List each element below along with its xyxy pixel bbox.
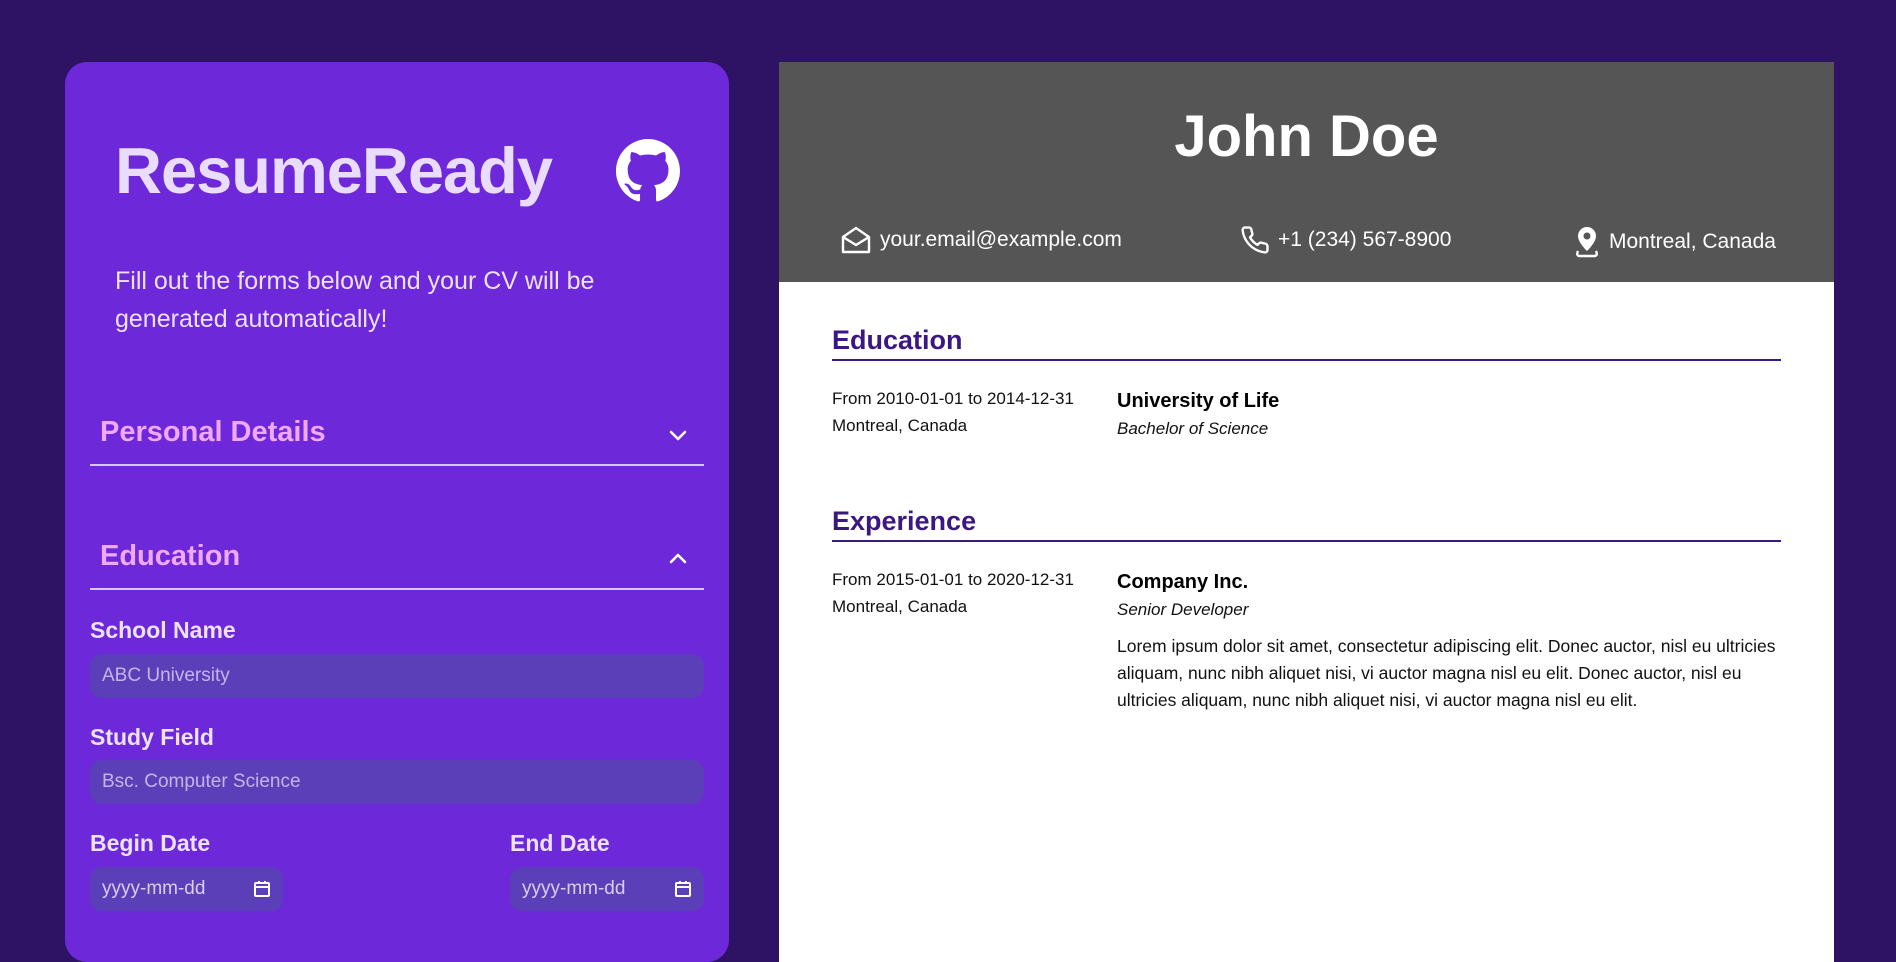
app-title: ResumeReady xyxy=(115,134,553,207)
experience-entry-meta: From 2015-01-01 to 2020-12-31 Montreal, … xyxy=(832,566,1074,620)
location-pin-icon xyxy=(1573,225,1601,259)
contact-phone: +1 (234) 567-8900 xyxy=(1240,225,1451,255)
begin-date-label: Begin Date xyxy=(90,830,211,856)
study-field-label: Study Field xyxy=(90,724,214,750)
experience-dates: From 2015-01-01 to 2020-12-31 xyxy=(832,570,1074,589)
github-icon xyxy=(616,139,680,203)
section-title-education: Education xyxy=(100,540,241,572)
school-name-input[interactable] xyxy=(90,654,704,698)
education-school: University of Life xyxy=(1117,390,1280,412)
phone-icon xyxy=(1240,225,1270,255)
begin-date-placeholder: yyyy-mm-dd xyxy=(102,878,206,899)
contact-email-text: your.email@example.com xyxy=(880,228,1122,251)
calendar-icon[interactable] xyxy=(674,880,692,898)
resume-name: John Doe xyxy=(1174,104,1439,169)
experience-description: Lorem ipsum dolor sit amet, consectetur … xyxy=(1117,636,1776,710)
education-heading: Education xyxy=(832,325,1781,361)
resume-header: John Doe your.email@example.com +1 (234)… xyxy=(779,62,1834,282)
experience-company: Company Inc. xyxy=(1117,571,1249,593)
contact-phone-text: +1 (234) 567-8900 xyxy=(1278,228,1452,251)
envelope-open-icon xyxy=(840,225,872,255)
education-location: Montreal, Canada xyxy=(832,416,968,435)
school-name-label: School Name xyxy=(90,617,236,643)
study-field-input[interactable] xyxy=(90,760,704,804)
end-date-placeholder: yyyy-mm-dd xyxy=(522,878,626,899)
chevron-up-icon xyxy=(666,547,690,571)
education-entry: University of Life Bachelor of Science xyxy=(1117,388,1781,442)
experience-role: Senior Developer xyxy=(1117,600,1249,619)
education-entry-meta: From 2010-01-01 to 2014-12-31 Montreal, … xyxy=(832,385,1074,439)
experience-location: Montreal, Canada xyxy=(832,597,968,616)
personal-details-toggle[interactable]: Personal Details xyxy=(90,410,704,466)
end-date-label: End Date xyxy=(510,830,610,856)
experience-heading: Experience xyxy=(832,506,1781,542)
experience-entry: Company Inc. Senior Developer Lorem ipsu… xyxy=(1117,569,1781,714)
begin-date-input[interactable]: yyyy-mm-dd xyxy=(90,867,283,911)
section-title-personal-details: Personal Details xyxy=(100,416,326,448)
education-dates: From 2010-01-01 to 2014-12-31 xyxy=(832,389,1074,408)
end-date-input[interactable]: yyyy-mm-dd xyxy=(510,867,704,911)
contact-location: Montreal, Canada xyxy=(1573,225,1776,259)
chevron-down-icon xyxy=(666,423,690,447)
form-panel: ResumeReady Fill out the forms below and… xyxy=(65,62,729,962)
contact-location-text: Montreal, Canada xyxy=(1609,230,1776,253)
education-toggle[interactable]: Education xyxy=(90,534,704,590)
education-degree: Bachelor of Science xyxy=(1117,419,1269,438)
github-link[interactable] xyxy=(616,139,680,203)
calendar-icon[interactable] xyxy=(253,880,271,898)
intro-text: Fill out the forms below and your CV wil… xyxy=(115,267,595,333)
contact-email: your.email@example.com xyxy=(840,225,1122,255)
resume-preview: John Doe your.email@example.com +1 (234)… xyxy=(779,62,1834,962)
